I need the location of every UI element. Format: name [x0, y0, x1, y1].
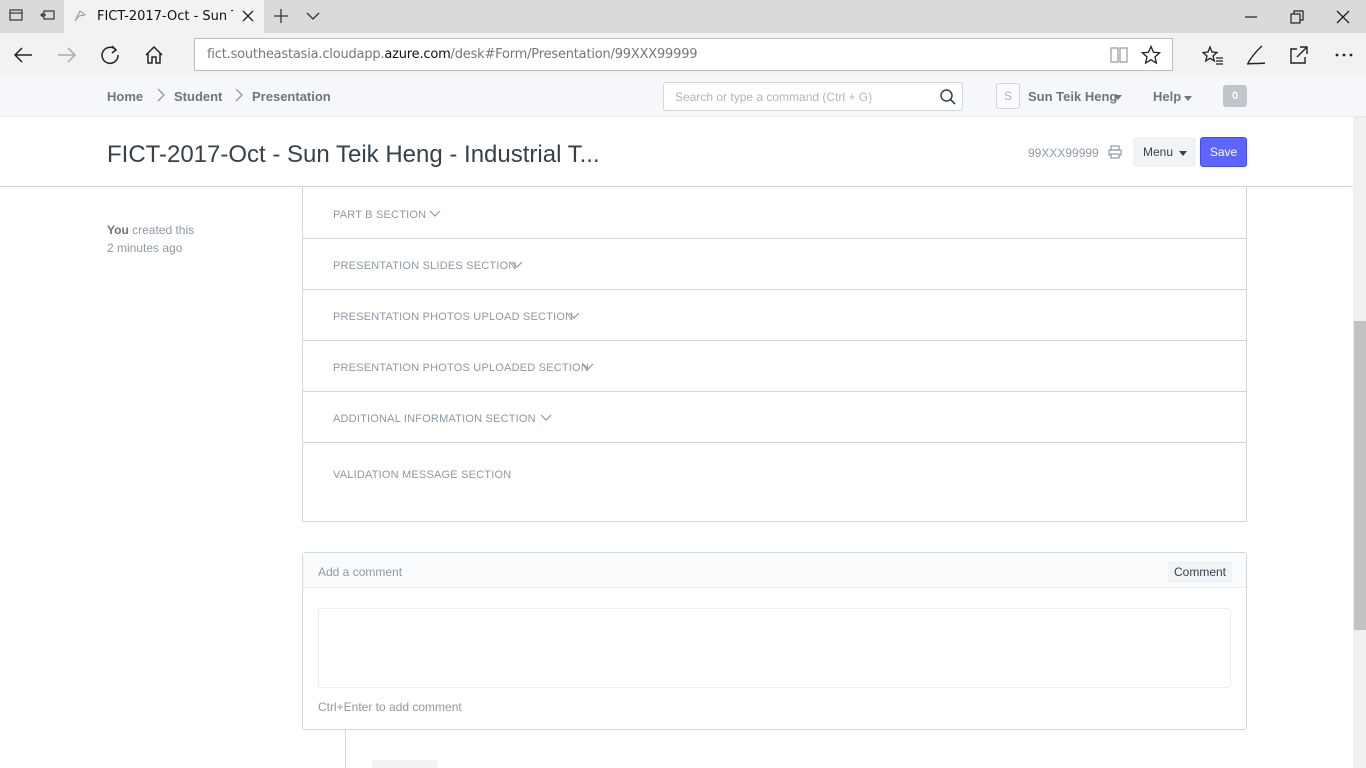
- add-comment-label: Add a comment: [318, 565, 403, 579]
- menu-button[interactable]: Menu: [1133, 137, 1196, 167]
- search-placeholder: Search or type a command (Ctrl + G): [675, 90, 873, 104]
- chevron-down-icon[interactable]: [429, 210, 441, 218]
- share-icon[interactable]: [1288, 44, 1310, 66]
- section-photos-uploaded[interactable]: PRESENTATION PHOTOS UPLOADED SECTION: [303, 341, 1246, 392]
- timeline-item-partial: [372, 760, 438, 768]
- menu-caret-icon: [1179, 151, 1187, 156]
- section-validation-message: VALIDATION MESSAGE SECTION: [303, 443, 1246, 521]
- close-window-icon[interactable]: [1335, 9, 1351, 25]
- favorites-hub-icon[interactable]: [1202, 44, 1224, 66]
- minimize-icon[interactable]: [1243, 9, 1259, 25]
- reading-view-icon[interactable]: [1109, 46, 1129, 64]
- comment-input[interactable]: [318, 608, 1231, 688]
- created-by: You: [107, 223, 129, 237]
- web-note-pen-icon[interactable]: [1245, 44, 1267, 66]
- page-head: FICT-2017-Oct - Sun Teik Heng - Industri…: [0, 117, 1366, 187]
- comment-box: Add a comment Comment Ctrl+Enter to add …: [302, 552, 1247, 730]
- section-presentation-slides[interactable]: PRESENTATION SLIDES SECTION: [303, 239, 1246, 290]
- breadcrumb-home[interactable]: Home: [107, 89, 143, 104]
- page-title: FICT-2017-Oct - Sun Teik Heng - Industri…: [107, 141, 600, 168]
- favorite-star-icon[interactable]: [1141, 45, 1161, 65]
- help-caret-icon[interactable]: [1184, 96, 1192, 101]
- created-text: created this: [128, 223, 195, 237]
- forward-arrow-icon[interactable]: [56, 44, 78, 66]
- created-time: 2 minutes ago: [107, 241, 183, 255]
- print-icon[interactable]: [1108, 145, 1122, 159]
- section-photos-upload[interactable]: PRESENTATION PHOTOS UPLOAD SECTION: [303, 290, 1246, 341]
- awesomebar-search-input[interactable]: Search or type a command (Ctrl + G): [663, 82, 963, 111]
- section-label: VALIDATION MESSAGE SECTION: [333, 469, 512, 481]
- section-additional-information[interactable]: ADDITIONAL INFORMATION SECTION: [303, 392, 1246, 443]
- sidebar-created-info: You created this 2 minutes ago: [107, 221, 194, 257]
- set-tabs-aside-icon[interactable]: [39, 7, 57, 25]
- page-scrollbar-thumb[interactable]: [1354, 321, 1366, 630]
- document-id: 99XXX99999: [1028, 146, 1099, 160]
- section-label: PRESENTATION PHOTOS UPLOADED SECTION: [333, 362, 589, 374]
- close-tab-icon[interactable]: [240, 8, 256, 24]
- browser-tab[interactable]: FICT-2017-Oct - Sun Tei: [64, 0, 264, 33]
- breadcrumb-chevron-icon: [235, 88, 243, 102]
- section-label: ADDITIONAL INFORMATION SECTION: [333, 413, 536, 425]
- address-bar[interactable]: fict.southeastasia.cloudapp.azure.com/de…: [194, 38, 1173, 71]
- timeline-line: [345, 730, 346, 768]
- user-menu-caret-icon[interactable]: [1114, 95, 1122, 100]
- back-arrow-icon[interactable]: [12, 44, 34, 66]
- comment-button[interactable]: Comment: [1168, 561, 1232, 583]
- more-options-icon[interactable]: [1333, 44, 1355, 66]
- search-icon[interactable]: [939, 88, 957, 106]
- help-menu-dropdown[interactable]: Help: [1153, 89, 1181, 104]
- avatar[interactable]: S: [996, 83, 1020, 109]
- section-label: PRESENTATION PHOTOS UPLOAD SECTION: [333, 311, 574, 323]
- browser-navbar: fict.southeastasia.cloudapp.azure.com/de…: [0, 33, 1366, 77]
- chevron-down-icon[interactable]: [511, 261, 523, 269]
- chevron-down-icon[interactable]: [540, 414, 552, 422]
- form-layout: PART B SECTION PRESENTATION SLIDES SECTI…: [302, 187, 1247, 522]
- restore-icon[interactable]: [1289, 9, 1305, 25]
- comment-hint: Ctrl+Enter to add comment: [318, 700, 462, 714]
- home-icon[interactable]: [143, 44, 165, 66]
- chevron-down-icon[interactable]: [568, 312, 580, 320]
- section-label: PART B SECTION: [333, 209, 427, 221]
- url-text: fict.southeastasia.cloudapp.azure.com/de…: [207, 47, 698, 62]
- new-tab-icon[interactable]: [273, 8, 289, 24]
- tab-actions-icon[interactable]: [7, 7, 25, 25]
- refresh-icon[interactable]: [99, 44, 121, 66]
- breadcrumb-presentation[interactable]: Presentation: [252, 89, 331, 104]
- section-label: PRESENTATION SLIDES SECTION: [333, 260, 517, 272]
- breadcrumb-chevron-icon: [157, 88, 165, 102]
- menu-button-label: Menu: [1143, 145, 1174, 159]
- tab-list-chevron-icon[interactable]: [305, 8, 321, 24]
- save-button[interactable]: Save: [1200, 137, 1247, 167]
- notification-badge[interactable]: 0: [1223, 85, 1247, 107]
- user-menu-dropdown[interactable]: Sun Teik Heng: [1028, 89, 1117, 104]
- comment-header: Add a comment Comment: [303, 553, 1246, 588]
- app-navbar: Home Student Presentation Search or type…: [0, 77, 1366, 117]
- tab-title: FICT-2017-Oct - Sun Tei: [97, 9, 233, 24]
- breadcrumb-student[interactable]: Student: [174, 89, 222, 104]
- section-part-b[interactable]: PART B SECTION: [303, 187, 1246, 239]
- chevron-down-icon[interactable]: [582, 363, 594, 371]
- site-favicon-icon: [74, 10, 87, 22]
- browser-titlebar: FICT-2017-Oct - Sun Tei: [0, 0, 1366, 33]
